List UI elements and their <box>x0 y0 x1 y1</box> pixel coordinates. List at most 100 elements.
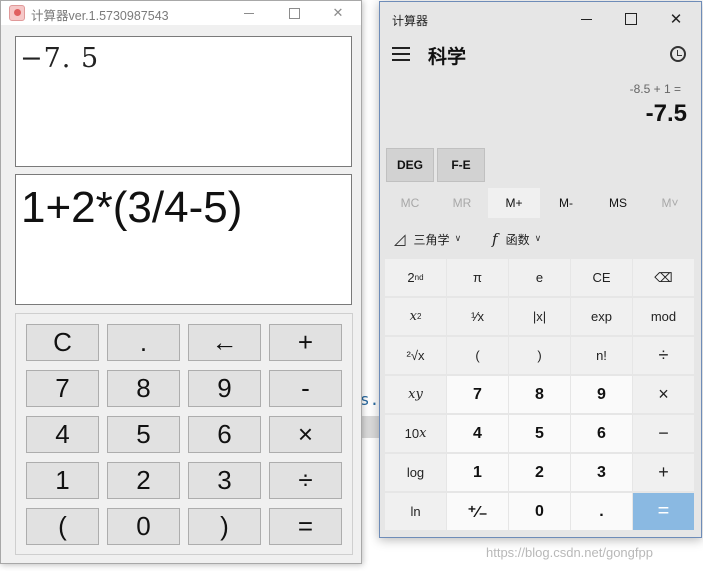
func-label: 函数 <box>505 232 530 247</box>
minimize-icon <box>580 18 592 20</box>
history-icon[interactable] <box>670 46 686 62</box>
ln-button[interactable]: ln <box>385 493 446 530</box>
maximize-button[interactable] <box>271 1 317 25</box>
sqrt-button[interactable]: ²√x <box>385 337 446 374</box>
maximize-button[interactable] <box>609 4 653 34</box>
window-title: 计算器 <box>392 14 429 28</box>
digit-7-button[interactable]: 7 <box>26 370 99 407</box>
close-paren-button[interactable]: ) <box>509 337 570 374</box>
angle-unit-toggle[interactable]: DEG <box>386 148 434 182</box>
result-display: −7. 5 <box>15 36 352 167</box>
app-avatar-icon <box>9 5 25 21</box>
open-paren-button[interactable]: ( <box>447 337 508 374</box>
minimize-icon <box>244 12 254 14</box>
factorial-button[interactable]: n! <box>571 337 632 374</box>
plus-button[interactable]: + <box>633 454 694 491</box>
digit-5-button[interactable]: 5 <box>107 416 180 453</box>
clear-entry-button[interactable]: CE <box>571 259 632 296</box>
memory-list-button[interactable]: M˅ <box>644 188 696 218</box>
close-button[interactable]: ✕ <box>315 1 361 25</box>
plus-button[interactable]: + <box>269 324 342 361</box>
digit-0-button[interactable]: 0 <box>107 508 180 545</box>
minimize-button[interactable] <box>564 4 608 34</box>
open-paren-button[interactable]: ( <box>26 508 99 545</box>
backspace-button[interactable]: ⌫ <box>633 259 694 296</box>
divide-button[interactable]: ÷ <box>633 337 694 374</box>
minus-button[interactable]: − <box>633 415 694 452</box>
euler-button[interactable]: e <box>509 259 570 296</box>
digit-4-button[interactable]: 4 <box>447 415 508 452</box>
triangle-icon: ◿ <box>394 230 406 248</box>
memory-store-button[interactable]: MS <box>592 188 644 218</box>
digit-2-button[interactable]: 2 <box>509 454 570 491</box>
custom-calculator-window: 计算器ver.1.5730987543 ✕ −7. 5 1+2*(3/4-5) … <box>0 0 362 564</box>
square-button[interactable]: x2 <box>385 298 446 335</box>
windows-calculator-window: 计算器 ✕ 科学 -8.5 + 1 = -7.5 DEG F-E MC MR M… <box>379 1 702 538</box>
second-button[interactable]: 2nd <box>385 259 446 296</box>
title-bar[interactable]: 计算器ver.1.5730987543 ✕ <box>1 1 361 25</box>
digit-3-button[interactable]: 3 <box>188 462 261 499</box>
backspace-button[interactable]: ← <box>188 324 261 361</box>
function-icon: f <box>492 230 498 248</box>
digit-4-button[interactable]: 4 <box>26 416 99 453</box>
digit-5-button[interactable]: 5 <box>509 415 570 452</box>
multiply-button[interactable]: × <box>269 416 342 453</box>
log-button[interactable]: log <box>385 454 446 491</box>
hamburger-menu-icon[interactable] <box>392 47 410 61</box>
ten-power-button[interactable]: 10 x <box>385 415 446 452</box>
trigonometry-dropdown[interactable]: ◿ 三角学 ∨ <box>394 229 461 249</box>
decimal-button[interactable]: . <box>571 493 632 530</box>
chevron-down-icon: ∨ <box>454 234 462 244</box>
divide-button[interactable]: ÷ <box>269 462 342 499</box>
digit-6-button[interactable]: 6 <box>571 415 632 452</box>
expression-input[interactable]: 1+2*(3/4-5) <box>15 174 352 305</box>
fe-toggle[interactable]: F-E <box>437 148 485 182</box>
close-button[interactable]: ✕ <box>654 4 698 34</box>
digit-6-button[interactable]: 6 <box>188 416 261 453</box>
digit-9-button[interactable]: 9 <box>571 376 632 413</box>
close-icon: ✕ <box>332 5 344 21</box>
mod-button[interactable]: mod <box>633 298 694 335</box>
digit-8-button[interactable]: 8 <box>107 370 180 407</box>
expression-text: 1+2*(3/4-5) <box>21 183 243 232</box>
multiply-button[interactable]: × <box>633 376 694 413</box>
trig-label: 三角学 <box>413 232 450 247</box>
keypad: C . ← + 7 8 9 - 4 5 6 × 1 2 3 ÷ ( 0 ) = <box>15 313 353 555</box>
digit-1-button[interactable]: 1 <box>447 454 508 491</box>
maximize-icon <box>625 13 637 25</box>
minus-button[interactable]: - <box>269 370 342 407</box>
memory-subtract-button[interactable]: M- <box>540 188 592 218</box>
window-title: 计算器ver.1.5730987543 <box>31 9 169 23</box>
maximize-icon <box>288 7 300 19</box>
digit-3-button[interactable]: 3 <box>571 454 632 491</box>
mode-title: 科学 <box>428 46 467 68</box>
minimize-button[interactable] <box>226 1 272 25</box>
result-text: −7. 5 <box>20 43 100 74</box>
digit-2-button[interactable]: 2 <box>107 462 180 499</box>
functions-dropdown[interactable]: f 函数 ∨ <box>492 229 541 249</box>
power-button[interactable]: xy <box>385 376 446 413</box>
exp-button[interactable]: exp <box>571 298 632 335</box>
editor-glyph: s. <box>360 390 380 409</box>
negate-button[interactable]: ⁺⁄₋ <box>447 493 508 530</box>
equals-button[interactable]: = <box>633 493 694 530</box>
close-icon: ✕ <box>669 10 683 28</box>
pi-button[interactable]: π <box>447 259 508 296</box>
absolute-button[interactable]: |x| <box>509 298 570 335</box>
digit-1-button[interactable]: 1 <box>26 462 99 499</box>
decimal-button[interactable]: . <box>107 324 180 361</box>
expression-history: -8.5 + 1 = <box>629 82 681 96</box>
close-paren-button[interactable]: ) <box>188 508 261 545</box>
reciprocal-button[interactable]: ¹⁄x <box>447 298 508 335</box>
digit-8-button[interactable]: 8 <box>509 376 570 413</box>
memory-clear-button[interactable]: MC <box>384 188 436 218</box>
memory-recall-button[interactable]: MR <box>436 188 488 218</box>
chevron-down-icon: ∨ <box>534 234 542 244</box>
digit-7-button[interactable]: 7 <box>447 376 508 413</box>
digit-9-button[interactable]: 9 <box>188 370 261 407</box>
digit-0-button[interactable]: 0 <box>509 493 570 530</box>
clear-button[interactable]: C <box>26 324 99 361</box>
memory-add-button[interactable]: M+ <box>488 188 540 218</box>
watermark: https://blog.csdn.net/gongfpp <box>486 545 653 560</box>
equals-button[interactable]: = <box>269 508 342 545</box>
